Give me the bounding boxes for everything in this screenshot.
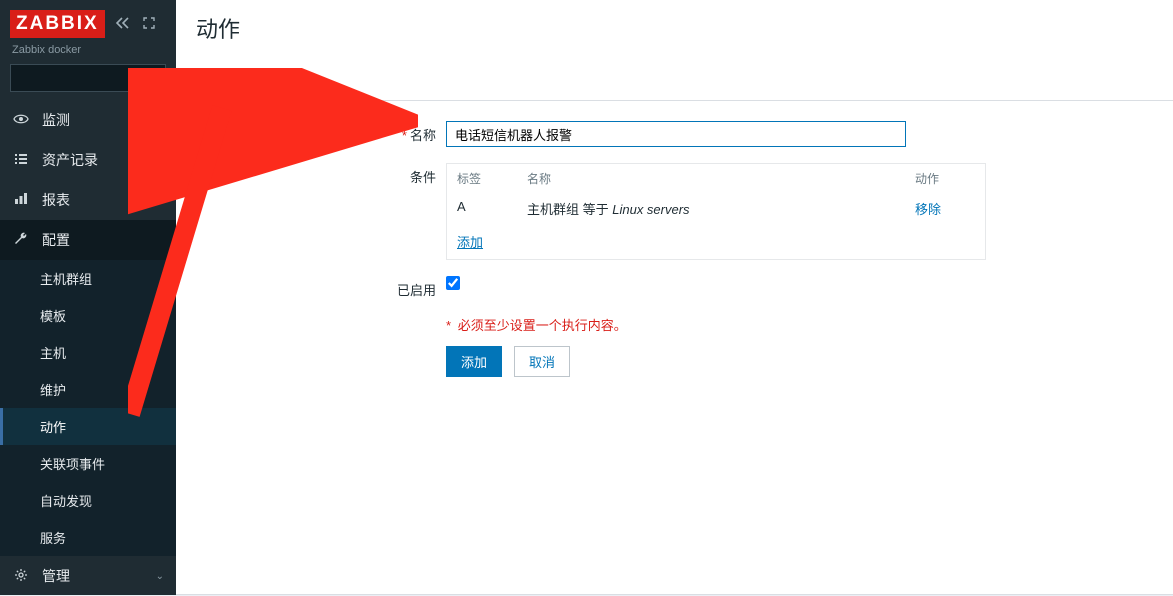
enabled-checkbox[interactable] xyxy=(446,276,460,290)
subnav-hosts[interactable]: 主机 xyxy=(0,334,176,371)
subnav-actions[interactable]: 动作 xyxy=(0,408,176,445)
tab-operation[interactable]: 操作 xyxy=(246,62,276,100)
subnav-services[interactable]: 服务 xyxy=(0,519,176,556)
table-row: A 主机群组 等于 Linux servers 移除 xyxy=(447,193,985,224)
nav-label: 配置 xyxy=(42,230,164,250)
chevron-down-icon: ⌄ xyxy=(156,195,164,206)
chevron-down-icon: ⌄ xyxy=(156,115,164,126)
subnav-templates[interactable]: 模板 xyxy=(0,297,176,334)
subnav-discovery[interactable]: 自动发现 xyxy=(0,482,176,519)
fullscreen-icon[interactable] xyxy=(143,17,155,32)
nav-label: 管理 xyxy=(42,566,144,586)
eye-icon xyxy=(12,111,30,130)
instance-name: Zabbix docker xyxy=(0,44,176,64)
cond-header-tag: 标签 xyxy=(457,170,527,187)
subnav-hostgroups[interactable]: 主机群组 xyxy=(0,260,176,297)
nav-configuration[interactable]: 配置 xyxy=(0,220,176,260)
remove-link[interactable]: 移除 xyxy=(915,202,941,217)
gear-icon xyxy=(12,567,30,586)
search-box[interactable] xyxy=(10,64,166,92)
search-input[interactable] xyxy=(19,71,174,85)
condition-label: 条件 xyxy=(196,163,446,186)
condition-table: 标签 名称 动作 A 主机群组 等于 Linux servers 移除 xyxy=(446,163,986,260)
config-submenu: 主机群组 模板 主机 维护 动作 关联项事件 自动发现 服务 xyxy=(0,260,176,556)
subnav-correlation[interactable]: 关联项事件 xyxy=(0,445,176,482)
nav-label: 监测 xyxy=(42,110,144,130)
sidebar-header: ZABBIX xyxy=(0,0,176,44)
sidebar: ZABBIX Zabbix docker xyxy=(0,0,176,595)
chevron-down-icon: ⌄ xyxy=(156,571,164,582)
chevron-down-icon: ⌄ xyxy=(156,155,164,166)
tabs: 动作 操作 xyxy=(196,62,1153,100)
main-content: 动作 动作 操作 *名称 条件 xyxy=(176,0,1173,595)
wrench-icon xyxy=(12,231,30,250)
logo[interactable]: ZABBIX xyxy=(10,10,105,38)
list-icon xyxy=(12,151,30,170)
cond-tag: A xyxy=(457,199,527,218)
warning-text: * 必须至少设置一个执行内容。 xyxy=(446,315,1016,334)
page-header: 动作 动作 操作 xyxy=(176,0,1173,101)
page-title: 动作 xyxy=(196,12,1153,44)
tab-action[interactable]: 动作 xyxy=(196,62,226,100)
cond-header-act: 动作 xyxy=(915,170,975,187)
cond-header-name: 名称 xyxy=(527,170,915,187)
chart-icon xyxy=(12,191,30,210)
subnav-maintenance[interactable]: 维护 xyxy=(0,371,176,408)
tab-content: *名称 条件 标签 名称 动作 xyxy=(176,101,1173,595)
nav-reports[interactable]: 报表 ⌄ xyxy=(0,180,176,220)
submit-button[interactable]: 添加 xyxy=(446,346,502,377)
cancel-button[interactable]: 取消 xyxy=(514,346,570,377)
add-condition-link[interactable]: 添加 xyxy=(447,224,493,259)
nav-monitoring[interactable]: 监测 ⌄ xyxy=(0,100,176,140)
nav-label: 资产记录 xyxy=(42,150,144,170)
name-input[interactable] xyxy=(446,121,906,147)
name-label: *名称 xyxy=(196,121,446,144)
nav-inventory[interactable]: 资产记录 ⌄ xyxy=(0,140,176,180)
nav-administration[interactable]: 管理 ⌄ xyxy=(0,556,176,596)
cond-name: 主机群组 等于 Linux servers xyxy=(527,199,915,218)
collapse-icon[interactable] xyxy=(115,17,131,32)
enabled-label: 已启用 xyxy=(196,276,446,299)
nav-label: 报表 xyxy=(42,190,144,210)
